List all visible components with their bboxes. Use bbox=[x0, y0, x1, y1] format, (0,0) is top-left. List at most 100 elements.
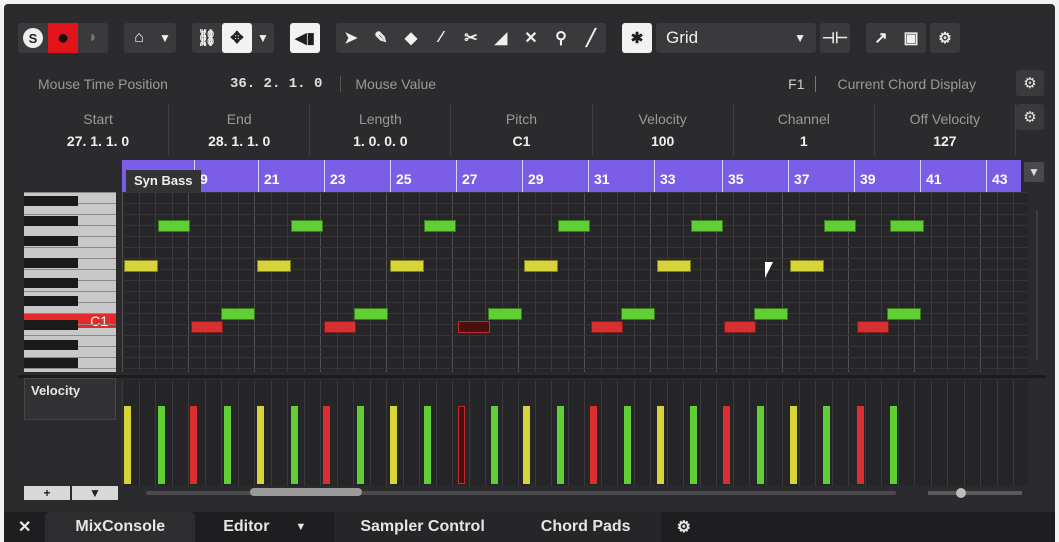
home-icon[interactable]: ⌂ bbox=[124, 23, 154, 53]
selected-midi-note[interactable] bbox=[458, 321, 490, 333]
lane-divider[interactable] bbox=[18, 375, 1046, 378]
piano-keyboard[interactable]: C1 bbox=[24, 192, 116, 372]
link-icon[interactable]: ⛓ bbox=[192, 23, 222, 53]
black-key[interactable] bbox=[24, 320, 78, 330]
acoustic-feedback-icon[interactable]: ◗ bbox=[78, 23, 108, 53]
add-lane-button[interactable]: + bbox=[24, 486, 70, 500]
midi-note[interactable] bbox=[558, 220, 590, 232]
chevron-down-icon[interactable]: ▼ bbox=[295, 521, 306, 533]
midi-note[interactable] bbox=[488, 308, 522, 320]
event-pitch-value[interactable]: C1 bbox=[451, 133, 591, 149]
event-pitch-column[interactable]: Pitch C1 bbox=[451, 104, 593, 156]
velocity-bar[interactable] bbox=[690, 406, 697, 484]
mute-tool-icon[interactable]: ✕ bbox=[516, 23, 546, 53]
velocity-bar[interactable] bbox=[624, 406, 631, 484]
lane-menu-button[interactable]: ▼ bbox=[72, 486, 118, 500]
midi-note[interactable] bbox=[591, 321, 623, 333]
event-channel-column[interactable]: Channel 1 bbox=[734, 104, 875, 156]
eventinfo-settings-gear-icon[interactable]: ⚙ bbox=[1016, 104, 1044, 130]
event-velocity-column[interactable]: Velocity 100 bbox=[593, 104, 734, 156]
event-start-value[interactable]: 27. 1. 1. 0 bbox=[28, 133, 168, 149]
event-start-column[interactable]: Start 27. 1. 1. 0 bbox=[28, 104, 170, 156]
velocity-bar[interactable] bbox=[323, 406, 330, 484]
white-key[interactable] bbox=[24, 335, 116, 336]
event-end-value[interactable]: 28. 1. 1. 0 bbox=[169, 133, 309, 149]
midi-note[interactable] bbox=[124, 260, 158, 272]
midi-note[interactable] bbox=[824, 220, 856, 232]
midi-note[interactable] bbox=[524, 260, 558, 272]
velocity-bar[interactable] bbox=[158, 406, 165, 484]
midi-note[interactable] bbox=[890, 220, 924, 232]
midi-note[interactable] bbox=[691, 220, 723, 232]
velocity-bar[interactable] bbox=[224, 406, 231, 484]
black-key[interactable] bbox=[24, 296, 78, 306]
midi-note[interactable] bbox=[724, 321, 756, 333]
tab-chord-pads[interactable]: Chord Pads bbox=[510, 512, 661, 542]
midi-note[interactable] bbox=[257, 260, 291, 272]
tab-editor[interactable]: Editor ▼ bbox=[195, 512, 334, 542]
midi-note[interactable] bbox=[390, 260, 424, 272]
vertical-zoom-track[interactable] bbox=[1036, 210, 1038, 360]
tabs-settings-gear-icon[interactable]: ⚙ bbox=[661, 512, 707, 542]
ruler[interactable]: 9 21 23 25 27 29 31 33 35 37 39 41 43 bbox=[122, 160, 1021, 192]
white-key[interactable] bbox=[24, 192, 116, 193]
midi-note[interactable] bbox=[857, 321, 889, 333]
white-key[interactable] bbox=[24, 368, 116, 369]
insert-velocity-icon[interactable]: ✥ bbox=[222, 23, 252, 53]
event-off-velocity-value[interactable]: 127 bbox=[875, 133, 1015, 149]
line-tool-icon[interactable]: ╱ bbox=[576, 23, 606, 53]
velocity-bar[interactable] bbox=[857, 406, 864, 484]
horizontal-scroll-thumb[interactable] bbox=[250, 488, 362, 496]
velocity-bar[interactable] bbox=[458, 406, 465, 484]
setup-window-icon[interactable]: ▣ bbox=[896, 23, 926, 53]
velocity-bar[interactable] bbox=[257, 406, 264, 484]
midi-note[interactable] bbox=[621, 308, 655, 320]
velocity-bar[interactable] bbox=[491, 406, 498, 484]
black-key[interactable] bbox=[24, 196, 78, 206]
midi-note[interactable] bbox=[657, 260, 691, 272]
quantize-icon[interactable]: ⊣⊢ bbox=[820, 23, 850, 53]
event-length-value[interactable]: 1. 0. 0. 0 bbox=[310, 133, 450, 149]
close-icon[interactable]: ✕ bbox=[4, 512, 45, 542]
zoom-tool-icon[interactable]: ⚲ bbox=[546, 23, 576, 53]
midi-note[interactable] bbox=[887, 308, 921, 320]
horizontal-zoom-knob[interactable] bbox=[956, 488, 966, 498]
velocity-bar[interactable] bbox=[657, 406, 664, 484]
midi-note[interactable] bbox=[790, 260, 824, 272]
midi-note[interactable] bbox=[754, 308, 788, 320]
velocity-bar[interactable] bbox=[390, 406, 397, 484]
eraser-tool-icon[interactable]: ◆ bbox=[396, 23, 426, 53]
chevron-down-icon[interactable]: ▼ bbox=[154, 23, 176, 53]
solo-button[interactable]: S bbox=[18, 23, 48, 53]
velocity-bar[interactable] bbox=[723, 406, 730, 484]
record-button[interactable]: ● bbox=[48, 23, 78, 53]
event-length-column[interactable]: Length 1. 0. 0. 0 bbox=[310, 104, 452, 156]
black-key[interactable] bbox=[24, 340, 78, 350]
midi-note[interactable] bbox=[158, 220, 190, 232]
event-off-velocity-column[interactable]: Off Velocity 127 bbox=[875, 104, 1016, 156]
white-key[interactable] bbox=[24, 313, 116, 314]
velocity-bar[interactable] bbox=[557, 406, 564, 484]
velocity-bar[interactable] bbox=[790, 406, 797, 484]
horizontal-zoom-slider[interactable] bbox=[928, 491, 1022, 495]
velocity-bar[interactable] bbox=[757, 406, 764, 484]
velocity-bar[interactable] bbox=[190, 406, 197, 484]
note-display[interactable] bbox=[122, 192, 1028, 372]
velocity-bar[interactable] bbox=[424, 406, 431, 484]
velocity-bar[interactable] bbox=[124, 406, 131, 484]
velocity-bar[interactable] bbox=[890, 406, 897, 484]
black-key[interactable] bbox=[24, 358, 78, 368]
event-end-column[interactable]: End 28. 1. 1. 0 bbox=[169, 104, 311, 156]
midi-note[interactable] bbox=[221, 308, 255, 320]
velocity-bar[interactable] bbox=[823, 406, 830, 484]
pencil-tool-icon[interactable]: ✎ bbox=[366, 23, 396, 53]
velocity-bar[interactable] bbox=[291, 406, 298, 484]
settings-gear-icon[interactable]: ⚙ bbox=[930, 23, 960, 53]
arrow-tool-icon[interactable]: ➤ bbox=[336, 23, 366, 53]
midi-note[interactable] bbox=[354, 308, 388, 320]
black-key[interactable] bbox=[24, 216, 78, 226]
scissors-tool-icon[interactable]: ✂ bbox=[456, 23, 486, 53]
velocity-bar[interactable] bbox=[357, 406, 364, 484]
black-key[interactable] bbox=[24, 258, 78, 268]
midi-note[interactable] bbox=[424, 220, 456, 232]
